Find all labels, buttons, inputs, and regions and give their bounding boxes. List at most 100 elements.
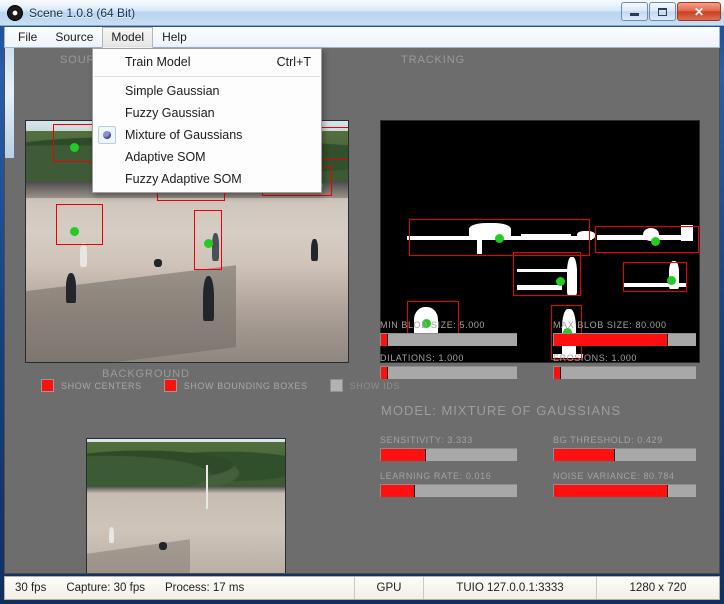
toggle-label: SHOW BOUNDING BOXES: [183, 380, 308, 391]
status-resolution: 1280 x 720: [629, 582, 687, 594]
menu-item-fuzzy-adaptive-som[interactable]: Fuzzy Adaptive SOM: [93, 168, 321, 190]
bounding-box: [595, 226, 699, 253]
slider-track[interactable]: [553, 333, 696, 346]
slider-fill: [554, 334, 668, 346]
window-controls: ✕: [621, 2, 721, 21]
checkbox-icon[interactable]: [41, 379, 54, 392]
center-marker: [70, 143, 79, 152]
menu-item-mixture-of-gaussians[interactable]: Mixture of Gaussians: [93, 124, 321, 146]
left-edge-strip: [5, 48, 14, 158]
slider-min-blob-size[interactable]: MIN BLOB SIZE: 5.000: [380, 320, 517, 346]
slider-track[interactable]: [380, 448, 517, 461]
app-icon: [7, 4, 23, 21]
menu-bar: File Source Model Help: [4, 26, 720, 48]
menu-item-fuzzy-gaussian[interactable]: Fuzzy Gaussian: [93, 102, 321, 124]
toggle-label: SHOW IDS: [349, 380, 400, 391]
center-marker: [204, 239, 213, 248]
slider-fill: [381, 334, 388, 346]
title-bar: Scene 1.0.8 (64 Bit) ✕: [0, 0, 724, 26]
menu-item-label: Train Model: [125, 55, 191, 69]
menu-item-train-model[interactable]: Train Model Ctrl+T: [93, 51, 321, 73]
slider-label: BG THRESHOLD: 0.429: [553, 435, 663, 445]
slider-learning-rate[interactable]: LEARNING RATE: 0.016: [380, 471, 517, 497]
display-toggles: SHOW CENTERS SHOW BOUNDING BOXES SHOW ID…: [41, 379, 422, 392]
status-bar: 30 fps Capture: 30 fps Process: 17 ms GP…: [4, 576, 720, 600]
center-marker: [667, 276, 676, 285]
close-button[interactable]: ✕: [677, 2, 721, 21]
slider-track[interactable]: [380, 333, 517, 346]
slider-label: DILATIONS: 1.000: [380, 353, 464, 363]
slider-fill: [554, 485, 668, 497]
background-person: [109, 527, 114, 543]
status-fps: 30 fps: [15, 582, 47, 594]
center-marker: [651, 237, 660, 246]
slider-label: NOISE VARIANCE: 80.784: [553, 471, 675, 481]
checkbox-icon[interactable]: [329, 379, 343, 392]
window-title: Scene 1.0.8 (64 Bit): [29, 5, 136, 20]
slider-bg-threshold[interactable]: BG THRESHOLD: 0.429: [553, 435, 696, 461]
menu-item-label: Fuzzy Adaptive SOM: [125, 172, 242, 186]
background-curb: [87, 487, 285, 495]
model-section-title: MODEL: MIXTURE OF GAUSSIANS: [381, 403, 622, 418]
center-marker: [495, 234, 504, 243]
background-person: [159, 542, 167, 550]
slider-label: LEARNING RATE: 0.016: [380, 471, 492, 481]
menu-file[interactable]: File: [9, 27, 46, 48]
menu-help[interactable]: Help: [153, 27, 196, 48]
toggle-label: SHOW CENTERS: [61, 380, 142, 391]
slider-label: EROSIONS: 1.000: [553, 353, 638, 363]
application-window: Scene 1.0.8 (64 Bit) ✕ File Source Model…: [0, 0, 724, 604]
slider-erosions[interactable]: EROSIONS: 1.000: [553, 353, 696, 379]
slider-fill: [381, 449, 426, 461]
menu-model[interactable]: Model: [102, 26, 154, 48]
slider-track[interactable]: [553, 448, 696, 461]
menu-item-label: Simple Gaussian: [125, 84, 220, 98]
menu-item-label: Fuzzy Gaussian: [125, 106, 215, 120]
menu-item-simple-gaussian[interactable]: Simple Gaussian: [93, 80, 321, 102]
background-trees: [87, 441, 285, 489]
slider-noise-variance[interactable]: NOISE VARIANCE: 80.784: [553, 471, 696, 497]
bounding-box: [56, 204, 103, 245]
slider-sensitivity[interactable]: SENSITIVITY: 3.333: [380, 435, 517, 461]
slider-track[interactable]: [553, 484, 696, 497]
bounding-box: [623, 262, 687, 292]
source-person: [80, 243, 87, 267]
background-pole: [205, 465, 208, 510]
status-tuio: TUIO 127.0.0.1:3333: [456, 582, 564, 594]
background-video-view[interactable]: [86, 438, 286, 573]
status-device: GPU: [376, 582, 402, 594]
slider-dilations[interactable]: DILATIONS: 1.000: [380, 353, 517, 379]
toggle-show-ids[interactable]: SHOW IDS: [329, 379, 400, 392]
menu-item-shortcut: Ctrl+T: [276, 55, 311, 69]
model-dropdown-menu[interactable]: Train Model Ctrl+T Simple Gaussian Fuzzy…: [92, 48, 322, 193]
menu-item-label: Adaptive SOM: [125, 150, 206, 164]
status-capture: Capture: 30 fps: [66, 582, 145, 594]
toggle-show-bounding-boxes[interactable]: SHOW BOUNDING BOXES: [163, 379, 308, 392]
background-shadow: [87, 539, 190, 573]
slider-track[interactable]: [553, 366, 696, 379]
status-process: Process: 17 ms: [164, 582, 245, 594]
maximize-button[interactable]: [649, 2, 676, 21]
source-person: [311, 239, 318, 261]
slider-fill: [554, 449, 616, 461]
slider-max-blob-size[interactable]: MAX BLOB SIZE: 80.000: [553, 320, 696, 346]
background-panel-header: BACKGROUND: [102, 368, 190, 380]
center-marker: [70, 227, 79, 236]
menu-source[interactable]: Source: [46, 27, 102, 48]
toggle-show-centers[interactable]: SHOW CENTERS: [41, 379, 142, 392]
source-person: [154, 259, 162, 267]
menu-item-label: Mixture of Gaussians: [125, 128, 243, 142]
radio-selected-icon: [98, 126, 116, 144]
slider-track[interactable]: [380, 366, 517, 379]
slider-fill: [381, 485, 415, 497]
slider-label: SENSITIVITY: 3.333: [380, 435, 473, 445]
minimize-button[interactable]: [621, 2, 648, 21]
menu-separator: [94, 76, 320, 77]
slider-track[interactable]: [380, 484, 517, 497]
menu-item-adaptive-som[interactable]: Adaptive SOM: [93, 146, 321, 168]
slider-fill: [381, 367, 388, 379]
slider-label: MIN BLOB SIZE: 5.000: [380, 320, 486, 330]
slider-label: MAX BLOB SIZE: 80.000: [553, 320, 667, 330]
checkbox-icon[interactable]: [163, 379, 177, 392]
tracking-panel-header: TRACKING: [401, 54, 466, 66]
